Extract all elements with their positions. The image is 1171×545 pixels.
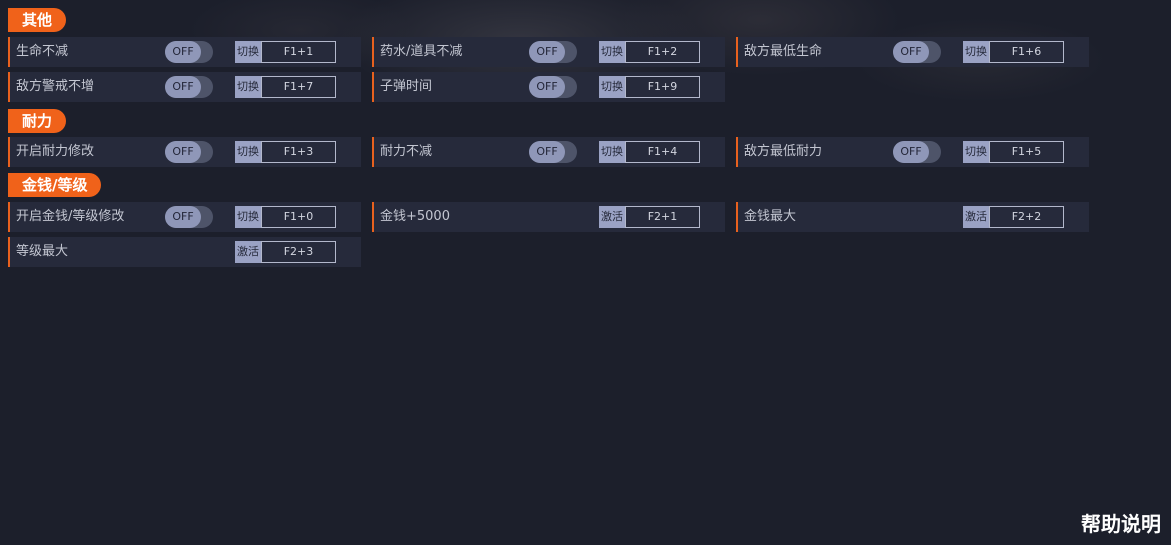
cheat-label: 敌方警戒不增 bbox=[16, 79, 95, 94]
hotkey-field[interactable]: F1+0 bbox=[261, 206, 336, 228]
toggle-switch[interactable]: OFF bbox=[165, 141, 213, 163]
hotkey-action-tag: 切换 bbox=[599, 141, 625, 163]
hotkey-field[interactable]: F1+9 bbox=[625, 76, 700, 98]
hotkey-action-tag: 切换 bbox=[235, 141, 261, 163]
cheat-row: 敌方最低生命 OFF 切换 F1+6 bbox=[736, 37, 1089, 67]
hotkey-action-tag: 切换 bbox=[235, 206, 261, 228]
hotkey-field[interactable]: F1+7 bbox=[261, 76, 336, 98]
hotkey-field[interactable]: F1+4 bbox=[625, 141, 700, 163]
hotkey-action-tag: 切换 bbox=[235, 41, 261, 63]
section-title-money: 金钱/等级 bbox=[8, 173, 102, 197]
toggle-switch[interactable]: OFF bbox=[893, 41, 941, 63]
toggle-switch[interactable]: OFF bbox=[529, 41, 577, 63]
section-title-other: 其他 bbox=[8, 8, 67, 32]
hotkey-action-tag: 切换 bbox=[599, 76, 625, 98]
hotkey-action-tag: 切换 bbox=[963, 141, 989, 163]
toggle-switch[interactable]: OFF bbox=[893, 141, 941, 163]
hotkey-action-tag[interactable]: 激活 bbox=[235, 241, 261, 263]
hotkey-field[interactable]: F1+5 bbox=[989, 141, 1064, 163]
cheat-row: 金钱+5000 激活 F2+1 bbox=[372, 202, 725, 232]
hotkey-action-tag: 切换 bbox=[235, 76, 261, 98]
cheat-row: 金钱最大 激活 F2+2 bbox=[736, 202, 1089, 232]
toggle-knob: OFF bbox=[893, 141, 929, 163]
hotkey-field[interactable]: F2+1 bbox=[625, 206, 700, 228]
hotkey-field[interactable]: F2+3 bbox=[261, 241, 336, 263]
toggle-switch[interactable]: OFF bbox=[529, 76, 577, 98]
toggle-switch[interactable]: OFF bbox=[529, 141, 577, 163]
hotkey-field[interactable]: F1+3 bbox=[261, 141, 336, 163]
cheat-row: 药水/道具不减 OFF 切换 F1+2 bbox=[372, 37, 725, 67]
cheat-row: 耐力不减 OFF 切换 F1+4 bbox=[372, 137, 725, 167]
toggle-switch[interactable]: OFF bbox=[165, 41, 213, 63]
cheat-label: 药水/道具不减 bbox=[380, 44, 463, 59]
section-title-durability: 耐力 bbox=[8, 109, 67, 133]
cheat-label: 开启耐力修改 bbox=[16, 144, 95, 159]
hotkey-field[interactable]: F1+1 bbox=[261, 41, 336, 63]
cheat-label: 金钱+5000 bbox=[380, 209, 450, 224]
cheat-row: 敌方最低耐力 OFF 切换 F1+5 bbox=[736, 137, 1089, 167]
toggle-knob: OFF bbox=[529, 141, 565, 163]
hotkey-field[interactable]: F1+6 bbox=[989, 41, 1064, 63]
toggle-switch[interactable]: OFF bbox=[165, 206, 213, 228]
toggle-knob: OFF bbox=[165, 76, 201, 98]
cheat-label: 开启金钱/等级修改 bbox=[16, 209, 125, 224]
cheat-label: 金钱最大 bbox=[744, 209, 797, 224]
cheat-row: 子弹时间 OFF 切换 F1+9 bbox=[372, 72, 725, 102]
help-button[interactable]: 帮助说明 bbox=[1081, 508, 1161, 537]
hotkey-action-tag[interactable]: 激活 bbox=[963, 206, 989, 228]
toggle-knob: OFF bbox=[165, 41, 201, 63]
toggle-knob: OFF bbox=[529, 41, 565, 63]
hotkey-action-tag[interactable]: 激活 bbox=[599, 206, 625, 228]
cheat-label: 子弹时间 bbox=[380, 79, 433, 94]
hotkey-action-tag: 切换 bbox=[963, 41, 989, 63]
hotkey-field[interactable]: F2+2 bbox=[989, 206, 1064, 228]
cheat-label: 生命不减 bbox=[16, 44, 69, 59]
cheat-label: 敌方最低生命 bbox=[744, 44, 823, 59]
toggle-knob: OFF bbox=[165, 141, 201, 163]
toggle-knob: OFF bbox=[529, 76, 565, 98]
hotkey-field[interactable]: F1+2 bbox=[625, 41, 700, 63]
hotkey-action-tag: 切换 bbox=[599, 41, 625, 63]
cheat-row: 开启耐力修改 OFF 切换 F1+3 bbox=[8, 137, 361, 167]
cheat-row: 敌方警戒不增 OFF 切换 F1+7 bbox=[8, 72, 361, 102]
cheat-row: 开启金钱/等级修改 OFF 切换 F1+0 bbox=[8, 202, 361, 232]
toggle-knob: OFF bbox=[165, 206, 201, 228]
cheat-row: 等级最大 激活 F2+3 bbox=[8, 237, 361, 267]
cheat-label: 耐力不减 bbox=[380, 144, 433, 159]
cheat-row: 生命不减 OFF 切换 F1+1 bbox=[8, 37, 361, 67]
cheat-label: 等级最大 bbox=[16, 244, 69, 259]
toggle-switch[interactable]: OFF bbox=[165, 76, 213, 98]
cheat-label: 敌方最低耐力 bbox=[744, 144, 823, 159]
toggle-knob: OFF bbox=[893, 41, 929, 63]
